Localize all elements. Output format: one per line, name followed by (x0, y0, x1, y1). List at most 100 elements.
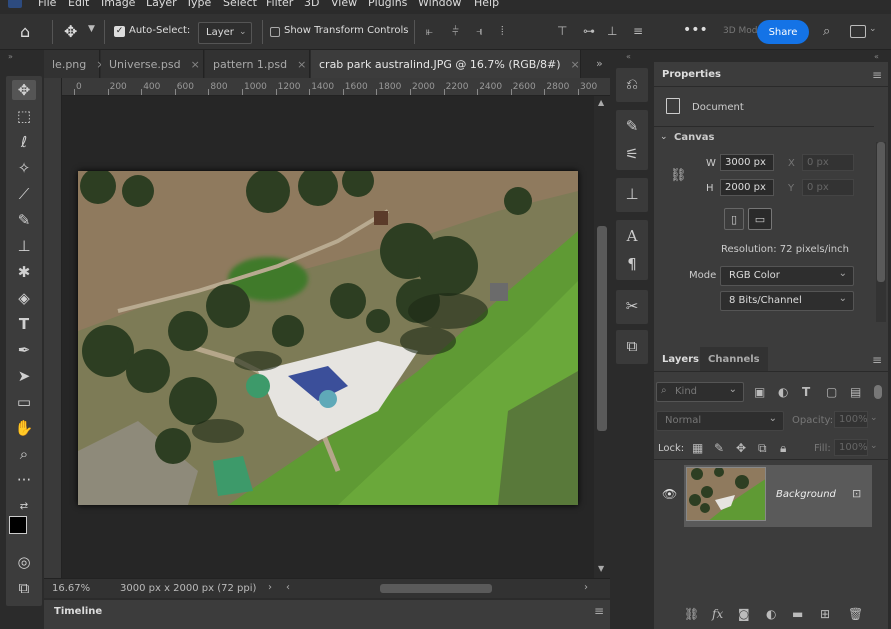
brush-tool-icon[interactable]: ✎ (12, 210, 36, 230)
layer-name[interactable]: Background (776, 489, 836, 500)
vertical-scrollbar[interactable]: ▲ ▼ (594, 96, 610, 578)
adjustment-layer-icon[interactable]: ◐ (766, 607, 776, 621)
lock-transparent-pixels-icon[interactable]: ▦ (692, 441, 703, 455)
panel-menu-icon[interactable]: ≡ (872, 353, 882, 367)
align-left-icon[interactable]: ⫦ (426, 24, 433, 39)
menu-edit[interactable]: Edit (68, 0, 89, 9)
collapse-icon[interactable]: « (626, 52, 631, 61)
lock-artboard-icon[interactable]: ⧉ (758, 441, 767, 456)
chevron-down-icon[interactable]: ▼ (88, 24, 95, 34)
more-tabs-icon[interactable]: » (596, 57, 603, 70)
layer-item-background[interactable]: Background ⊡ (684, 465, 872, 527)
type-filter-icon[interactable]: T (802, 385, 810, 399)
menu-file[interactable]: File (38, 0, 56, 9)
zoom-level[interactable]: 16.67% (52, 583, 90, 594)
history-panel-icon[interactable]: ⎌ (620, 72, 644, 96)
more-tools-icon[interactable]: ··· (12, 470, 36, 490)
link-icon[interactable]: ⛓ (670, 168, 687, 183)
quick-mask-icon[interactable]: ◎ (12, 552, 36, 572)
scroll-down-icon[interactable]: ▼ (598, 564, 604, 573)
timeline-tab[interactable]: Timeline (54, 606, 102, 617)
color-mode-dropdown[interactable]: RGB Color ⌄ (720, 266, 854, 286)
fx-icon[interactable]: fx (712, 607, 723, 621)
healing-brush-icon[interactable]: ✱ (12, 262, 36, 282)
eyedropper-icon[interactable]: ⟋ (12, 184, 36, 204)
character-panel-icon[interactable]: A (620, 224, 644, 248)
landscape-orientation-icon[interactable]: ▭ (748, 208, 772, 230)
menu-help[interactable]: Help (474, 0, 499, 9)
close-icon[interactable]: × (571, 58, 580, 71)
hand-tool-icon[interactable]: ✋ (12, 418, 36, 438)
scroll-left-icon[interactable]: ‹ (286, 582, 290, 593)
scroll-up-icon[interactable]: ▲ (598, 98, 604, 107)
lock-position-icon[interactable]: ✥ (736, 441, 746, 455)
bit-depth-dropdown[interactable]: 8 Bits/Channel ⌄ (720, 291, 854, 311)
image-filter-icon[interactable]: ▣ (754, 385, 765, 399)
more-options-icon[interactable]: ••• (683, 22, 708, 38)
channels-tab[interactable]: Channels (700, 347, 768, 371)
move-tool-icon[interactable]: ✥ (64, 22, 77, 41)
panel-menu-icon[interactable]: ≡ (594, 604, 604, 618)
clone-source-icon[interactable]: ⊥ (620, 182, 644, 206)
close-icon[interactable]: × (191, 58, 200, 71)
properties-tab[interactable]: Properties (654, 62, 729, 86)
workspace-icon[interactable] (850, 25, 866, 38)
tab-document[interactable]: pattern 1.psd × (205, 50, 310, 78)
document-image[interactable] (78, 171, 578, 505)
distribute-vertical-icon[interactable]: ≡ (633, 24, 643, 38)
screen-mode-icon[interactable]: ⧉ (12, 578, 36, 598)
auto-select-checkbox[interactable]: ✓ (114, 26, 125, 37)
chevron-right-icon[interactable]: › (268, 582, 272, 593)
eraser-tool-icon[interactable]: ◈ (12, 288, 36, 308)
align-top-icon[interactable]: ⊤ (557, 24, 567, 38)
share-button[interactable]: Share (757, 20, 809, 44)
magic-wand-icon[interactable]: ✧ (12, 158, 36, 178)
menu-window[interactable]: Window (418, 0, 461, 9)
menu-view[interactable]: View (331, 0, 357, 9)
brush-settings-icon[interactable]: ⚟ (620, 142, 644, 166)
brush-panel-icon[interactable]: ✎ (620, 114, 644, 138)
height-field[interactable]: 2000 px (720, 179, 774, 196)
close-icon[interactable]: × (297, 58, 306, 71)
width-field[interactable]: 3000 px (720, 154, 774, 171)
align-bottom-icon[interactable]: ⊥ (607, 24, 617, 38)
scroll-right-icon[interactable]: › (584, 582, 588, 593)
paragraph-panel-icon[interactable]: ¶ (620, 252, 644, 276)
filter-toggle-icon[interactable] (874, 385, 882, 399)
marquee-tool-icon[interactable]: ⬚ (12, 106, 36, 126)
new-layer-icon[interactable]: ⊞ (820, 607, 830, 621)
menu-layer[interactable]: Layer (146, 0, 177, 9)
panel-menu-icon[interactable]: ≡ (872, 68, 882, 82)
lasso-tool-icon[interactable]: ℓ (12, 132, 36, 152)
link-layers-icon[interactable]: ⛓ (684, 607, 699, 621)
align-right-icon[interactable]: ⫣ (476, 24, 483, 39)
scrollbar-thumb[interactable] (597, 226, 607, 431)
move-tool-icon[interactable]: ✥ (12, 80, 36, 100)
swap-colors-icon[interactable]: ⇄ (12, 496, 36, 516)
pen-tool-icon[interactable]: ✒ (12, 340, 36, 360)
align-middle-icon[interactable]: ⊶ (583, 24, 595, 38)
chevron-down-icon[interactable]: ⌄ (869, 24, 877, 34)
show-transform-checkbox[interactable] (270, 27, 280, 37)
properties-panel-icon[interactable]: ⧉ (620, 334, 644, 358)
properties-scrollbar[interactable] (876, 142, 886, 322)
horizontal-scrollbar-thumb[interactable] (380, 584, 492, 593)
home-icon[interactable]: ⌂ (20, 22, 30, 41)
portrait-orientation-icon[interactable]: ▯ (724, 208, 744, 230)
menu-select[interactable]: Select (223, 0, 257, 9)
menu-3d[interactable]: 3D (304, 0, 319, 9)
path-selection-icon[interactable]: ➤ (12, 366, 36, 386)
collapse-icon[interactable]: » (8, 52, 13, 61)
menu-type[interactable]: Type (186, 0, 211, 9)
tab-document[interactable]: le.png× (44, 50, 105, 78)
menu-image[interactable]: Image (101, 0, 135, 9)
trash-icon[interactable]: 🗑︎ (848, 607, 863, 621)
foreground-color-swatch[interactable] (9, 516, 27, 534)
tab-document[interactable]: Universe.psd × (101, 50, 204, 78)
shape-filter-icon[interactable]: ▢ (826, 385, 837, 399)
eye-icon[interactable]: 👁︎ (662, 487, 677, 501)
zoom-tool-icon[interactable]: ⌕ (12, 444, 36, 464)
auto-select-target-dropdown[interactable]: Layer ⌄ (198, 22, 252, 44)
lock-all-icon[interactable]: 🔒︎ (780, 441, 786, 456)
menu-plugins[interactable]: Plugins (368, 0, 407, 9)
